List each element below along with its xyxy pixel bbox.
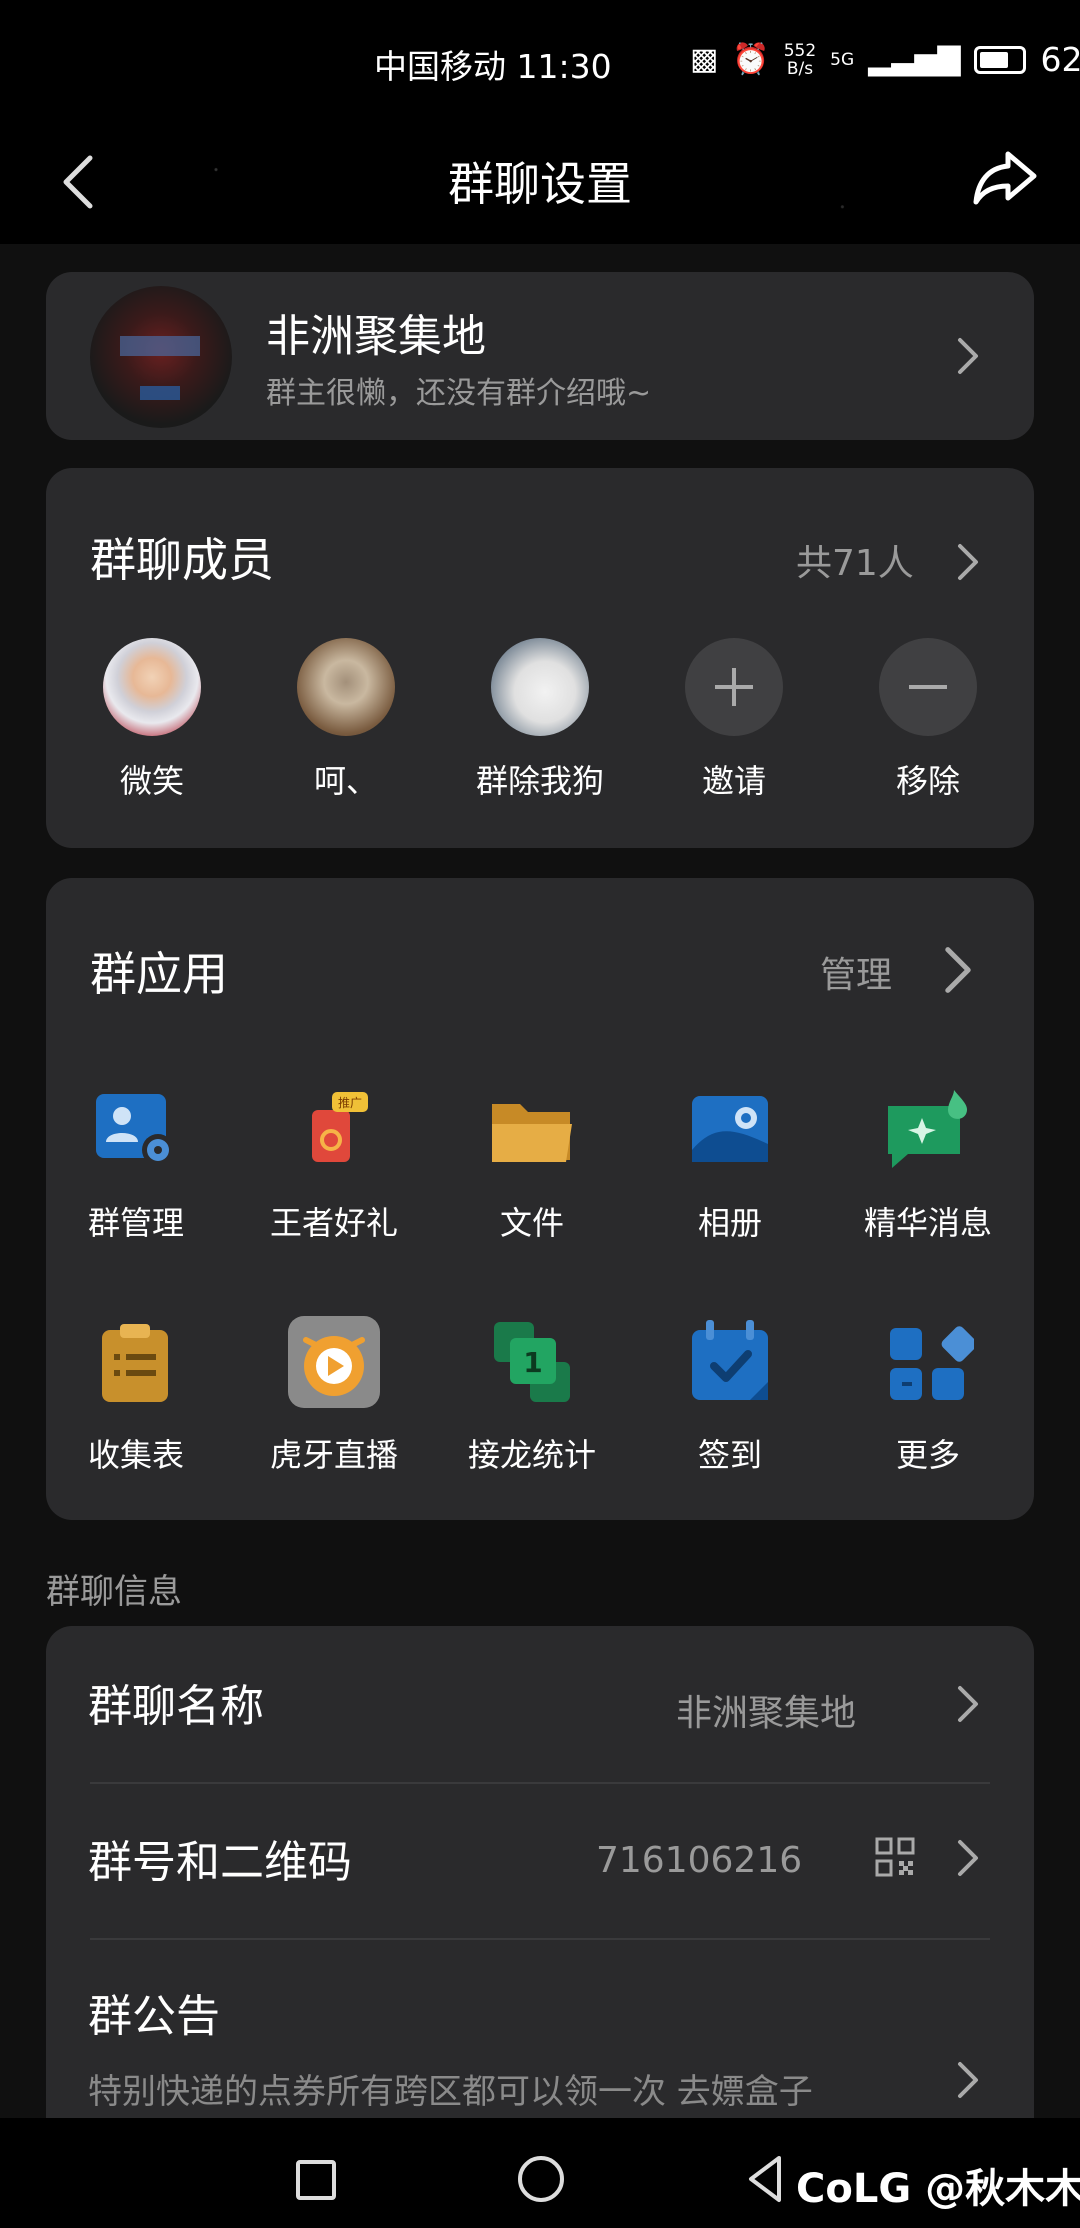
- member-avatar: [491, 638, 589, 736]
- group-manage-icon: [90, 1084, 182, 1176]
- members-title: 群聊成员: [90, 533, 274, 587]
- share-icon[interactable]: [970, 142, 1040, 212]
- app-more[interactable]: 更多: [838, 1316, 1018, 1476]
- net-speed-unit: B/s: [786, 58, 814, 79]
- app-huya-live[interactable]: 虎牙直播: [244, 1316, 424, 1476]
- more-apps-icon: [882, 1316, 978, 1408]
- divider: [90, 1938, 990, 1940]
- screen: 中国移动 11:30 ▩ ⏰ 552 B/s 5G ▂▃▅▇ 62% 群聊设置 …: [0, 0, 1080, 2228]
- app-collect-form[interactable]: 收集表: [46, 1316, 226, 1476]
- group-name-value: 非洲聚集地: [676, 1693, 857, 1734]
- group-notice-title: 群公告: [88, 1991, 220, 2042]
- remove-label: 移除: [895, 762, 960, 800]
- app-label: 文件: [499, 1204, 564, 1242]
- checkin-calendar-icon: [684, 1316, 776, 1408]
- recent-apps-button[interactable]: [296, 2160, 336, 2200]
- chevron-right-icon: [958, 338, 978, 374]
- net-speed-value: 552: [783, 40, 817, 61]
- app-label: 签到: [697, 1436, 762, 1474]
- divider: [90, 1782, 990, 1784]
- chevron-right-icon: [958, 1840, 978, 1876]
- apps-manage-link[interactable]: 管理: [820, 946, 892, 998]
- watermark: CoLG @秋木木: [796, 2166, 1080, 2212]
- member-name: 群除我狗: [475, 762, 604, 800]
- system-back-button[interactable]: [745, 2154, 785, 2204]
- invite-member-button[interactable]: 邀请: [664, 638, 804, 802]
- chevron-right-icon[interactable]: [954, 540, 982, 584]
- app-label: 收集表: [87, 1436, 184, 1474]
- member-item[interactable]: 微笑: [82, 638, 222, 802]
- huya-live-icon: [288, 1316, 380, 1408]
- gift-icon: 推广: [288, 1084, 380, 1176]
- relay-badge-number: 1: [523, 1346, 542, 1379]
- group-description: 群主很懒，还没有群介绍哦~: [266, 376, 652, 411]
- network-type: 5G: [830, 49, 855, 70]
- home-button[interactable]: [518, 2156, 564, 2202]
- app-label: 精华消息: [863, 1204, 992, 1242]
- nfc-icon: ▩: [690, 42, 719, 77]
- app-label: 相册: [697, 1204, 762, 1242]
- app-label: 王者好礼: [269, 1204, 398, 1242]
- app-group-manage[interactable]: 群管理: [46, 1084, 226, 1244]
- invite-label: 邀请: [701, 762, 766, 800]
- essence-message-icon: [882, 1084, 974, 1176]
- member-item[interactable]: 群除我狗: [470, 638, 610, 802]
- group-id-title: 群号和二维码: [88, 1837, 352, 1888]
- app-label: 群管理: [87, 1204, 184, 1242]
- group-notice-preview: 特别快递的点券所有跨区都可以领一次 去嫖盒子: [88, 2072, 813, 2112]
- app-checkin[interactable]: 签到: [640, 1316, 820, 1476]
- chevron-right-icon: [958, 1686, 978, 1722]
- members-count[interactable]: 共71人: [796, 534, 914, 586]
- member-avatar: [103, 638, 201, 736]
- app-label: 虎牙直播: [269, 1436, 398, 1474]
- alarm-icon: ⏰: [732, 42, 770, 77]
- app-album[interactable]: 相册: [640, 1084, 820, 1244]
- group-profile-card[interactable]: 非洲聚集地 群主很懒，还没有群介绍哦~: [46, 272, 1034, 440]
- system-nav-bar: CoLG @秋木木: [0, 2118, 1080, 2228]
- qr-code-icon: [875, 1837, 915, 1877]
- status-bar: 中国移动 11:30 ▩ ⏰ 552 B/s 5G ▂▃▅▇ 62%: [0, 0, 1080, 120]
- group-name-title: 群聊名称: [88, 1681, 264, 1732]
- app-label: 接龙统计: [467, 1436, 596, 1474]
- chevron-right-icon: [958, 2062, 978, 2098]
- group-avatar: [90, 286, 232, 428]
- nav-bar: 群聊设置: [0, 120, 1080, 244]
- section-label: 群聊信息: [46, 1572, 182, 1612]
- app-gift[interactable]: 推广 王者好礼: [244, 1084, 424, 1244]
- minus-icon: [879, 638, 977, 736]
- folder-icon: [486, 1084, 578, 1176]
- member-name: 呵、: [313, 762, 378, 800]
- plus-icon: [685, 638, 783, 736]
- status-icons: ▩ ⏰ 552 B/s 5G ▂▃▅▇ 62%: [690, 40, 1080, 79]
- battery-percent: 62%: [1040, 40, 1080, 79]
- app-relay-stats[interactable]: 1 接龙统计: [442, 1316, 622, 1476]
- clipboard-icon: [90, 1316, 182, 1408]
- page-title: 群聊设置: [448, 157, 632, 211]
- promo-badge: 推广: [338, 1096, 362, 1110]
- apps-title: 群应用: [90, 947, 228, 1001]
- app-label: 更多: [895, 1436, 960, 1474]
- battery-icon: [974, 45, 1027, 74]
- member-name: 微笑: [119, 762, 184, 800]
- group-id-value: 716106216: [596, 1840, 803, 1881]
- app-essence-messages[interactable]: 精华消息: [838, 1084, 1018, 1244]
- signal-icon: ▂▃▅▇: [868, 42, 961, 77]
- group-apps-card: 群应用 管理 群管理 推广 王者好礼 文件 相册 精华消息 收集表 虎牙直播 1…: [46, 878, 1034, 1520]
- album-icon: [684, 1084, 776, 1176]
- member-avatar: [297, 638, 395, 736]
- members-card: 群聊成员 共71人 微笑 呵、 群除我狗 邀请 移除: [46, 468, 1034, 848]
- net-speed: 552 B/s: [784, 42, 816, 78]
- remove-member-button[interactable]: 移除: [858, 638, 998, 802]
- app-files[interactable]: 文件: [442, 1084, 622, 1244]
- group-info-card: 群聊名称 非洲聚集地 群号和二维码 716106216 群公告 特别快递的点券所…: [46, 1626, 1034, 2146]
- chevron-right-icon[interactable]: [940, 942, 976, 998]
- relay-stats-icon: 1: [486, 1316, 578, 1408]
- carrier-time: 中国移动 11:30: [374, 47, 612, 86]
- member-item[interactable]: 呵、: [276, 638, 416, 802]
- group-name: 非洲聚集地: [266, 311, 486, 362]
